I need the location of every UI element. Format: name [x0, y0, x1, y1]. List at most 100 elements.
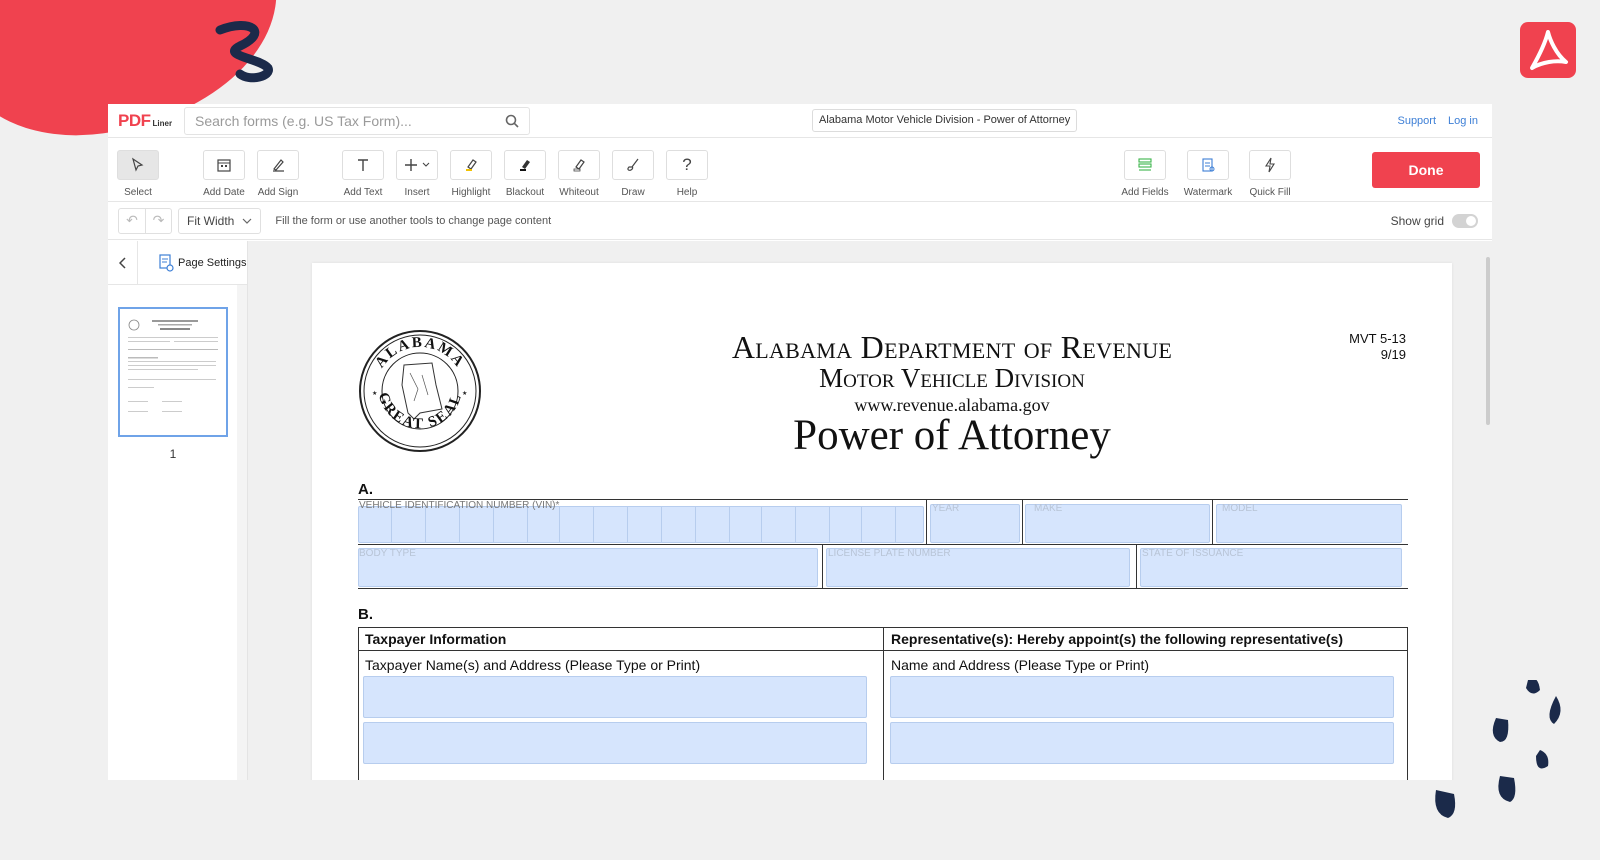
draw-tool[interactable]: Draw: [605, 150, 661, 198]
representative-subheader: Name and Address (Please Type or Print): [891, 657, 1150, 673]
app-window: PDF Liner Alabama Motor Vehicle Division…: [108, 104, 1492, 780]
done-button[interactable]: Done: [1372, 152, 1480, 188]
text-icon: [358, 159, 368, 171]
document-title: Alabama Motor Vehicle Division - Power o…: [812, 109, 1078, 132]
section-b-table: Taxpayer Information Representative(s): …: [358, 627, 1408, 780]
chevron-down-icon: [242, 218, 252, 224]
vin-cell-divider: [425, 507, 426, 542]
top-links: Support Log in: [1397, 104, 1478, 138]
form-title: Power of Attorney: [793, 412, 1111, 459]
vin-cell-divider: [895, 507, 896, 542]
sidebar-scrollbar[interactable]: [237, 285, 247, 780]
highlight-label: Highlight: [451, 187, 491, 198]
vin-label: VEHICLE IDENTIFICATION NUMBER (VIN)*: [359, 500, 560, 511]
help-tool[interactable]: ? Help: [659, 150, 715, 198]
redo-icon[interactable]: ↷: [145, 208, 171, 233]
add-date-label: Add Date: [203, 187, 245, 198]
brush-icon: [627, 158, 639, 171]
pages-sidebar: Page Settings 1: [108, 240, 248, 780]
undo-icon[interactable]: ↶: [119, 209, 145, 233]
blackout-label: Blackout: [505, 187, 545, 198]
chevron-left-icon: [118, 256, 126, 269]
zoom-select[interactable]: Fit Width: [178, 207, 262, 234]
quick-fill-tool[interactable]: Quick Fill: [1242, 150, 1298, 198]
search-input[interactable]: [195, 112, 505, 129]
search-icon[interactable]: [505, 114, 519, 128]
rule: [1022, 499, 1023, 544]
taxpayer-address-field[interactable]: [363, 722, 867, 764]
rule: [358, 544, 1408, 545]
section-b-label: B.: [358, 606, 373, 623]
thumbnail-preview: [128, 319, 218, 412]
eraser-icon: [573, 159, 585, 172]
show-grid-control: Show grid: [1391, 202, 1478, 240]
section-a-label: A.: [358, 481, 373, 498]
rule: [359, 650, 1407, 651]
vin-cell-divider: [459, 507, 460, 542]
representative-name-field[interactable]: [890, 676, 1394, 718]
zoom-value: Fit Width: [187, 213, 235, 228]
year-label: YEAR: [932, 503, 960, 514]
representative-header: Representative(s): Hereby appoint(s) the…: [891, 631, 1343, 647]
rule: [1136, 544, 1137, 589]
division-heading: Motor Vehicle Division: [819, 363, 1085, 393]
sub-toolbar: ↶ ↷ Fit Width Fill the form or use anoth…: [108, 202, 1492, 240]
vin-cell-divider: [695, 507, 696, 542]
page-thumbnail[interactable]: [118, 307, 228, 437]
document-scrollbar[interactable]: [1484, 241, 1492, 780]
add-text-label: Add Text: [343, 187, 383, 198]
body-type-field[interactable]: [358, 548, 818, 587]
support-link[interactable]: Support: [1397, 115, 1436, 127]
hint-text: Fill the form or use another tools to ch…: [275, 214, 552, 227]
page-settings-label: Page Settings: [178, 256, 247, 269]
rule: [1212, 499, 1213, 544]
select-label: Select: [124, 187, 152, 198]
add-sign-tool[interactable]: Add Sign: [250, 150, 306, 198]
search-box: [184, 106, 530, 135]
highlight-tool[interactable]: Highlight: [443, 150, 499, 198]
collapse-sidebar-button[interactable]: [108, 240, 138, 285]
rule: [926, 499, 927, 544]
vin-cell-divider: [527, 507, 528, 542]
taxpayer-name-field[interactable]: [363, 676, 867, 718]
watermark-icon: [1202, 158, 1215, 172]
insert-label: Insert: [404, 187, 430, 198]
select-tool[interactable]: Select: [110, 150, 166, 198]
pdf-page: ALABAMA GREAT SEAL ★ ★ MVT 5-13 9/19 Ala…: [312, 263, 1452, 780]
add-date-tool[interactable]: Add Date: [196, 150, 252, 198]
show-grid-label: Show grid: [1390, 214, 1444, 228]
lightning-icon: [1265, 157, 1275, 173]
add-fields-label: Add Fields: [1121, 187, 1169, 198]
add-fields-tool[interactable]: Add Fields: [1117, 150, 1173, 198]
vin-cell-divider: [661, 507, 662, 542]
blackout-tool[interactable]: Blackout: [497, 150, 553, 198]
watermark-tool[interactable]: Watermark: [1180, 150, 1236, 198]
page-settings-button[interactable]: Page Settings: [158, 253, 247, 272]
show-grid-toggle[interactable]: [1452, 214, 1478, 228]
decorative-squiggle: [215, 21, 273, 83]
help-label: Help: [676, 187, 698, 198]
add-text-tool[interactable]: Add Text: [335, 150, 391, 198]
model-label: MODEL: [1222, 503, 1258, 514]
vin-cell-divider: [829, 507, 830, 542]
login-link[interactable]: Log in: [1448, 115, 1478, 127]
pdfliner-logo[interactable]: PDF Liner: [108, 111, 184, 131]
workspace: Page Settings 1 ALABAMA GREAT SEAL ★ ★ M…: [108, 240, 1492, 780]
pdf-logo-icon: [1520, 22, 1576, 78]
toolbar: Select Add Date Add Sign Add Text Insert…: [108, 138, 1492, 202]
vin-cell-divider: [593, 507, 594, 542]
brand-liner: Liner: [152, 118, 173, 128]
watermark-label: Watermark: [1183, 187, 1233, 198]
representative-address-field[interactable]: [890, 722, 1394, 764]
vin-cell-divider: [391, 507, 392, 542]
license-plate-label: LICENSE PLATE NUMBER: [828, 548, 951, 559]
whiteout-tool[interactable]: Whiteout: [551, 150, 607, 198]
highlighter-icon: [466, 159, 477, 171]
vin-field[interactable]: [358, 506, 924, 543]
whiteout-label: Whiteout: [559, 187, 599, 198]
insert-tool[interactable]: Insert: [389, 150, 445, 198]
vin-cell-divider: [559, 507, 560, 542]
vin-cell-divider: [761, 507, 762, 542]
question-icon: ?: [682, 155, 692, 174]
undo-redo-group: ↶ ↷: [118, 207, 172, 234]
